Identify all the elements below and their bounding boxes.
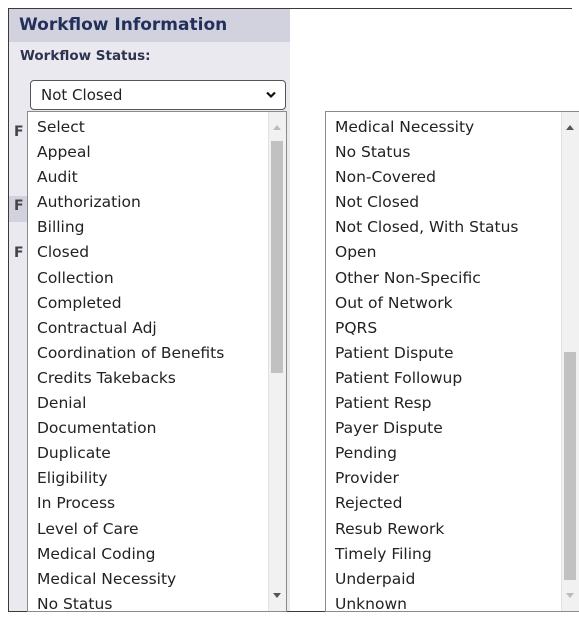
dropdown-option[interactable]: Patient Followup [335, 366, 519, 391]
dropdown-option[interactable]: Other Non-Specific [335, 266, 519, 291]
panel-header-title: Workflow Information [9, 9, 290, 42]
dropdown-option[interactable]: Coordination of Benefits [37, 341, 224, 366]
dropdown-option[interactable]: Payer Dispute [335, 416, 519, 441]
dropdown-option[interactable]: Medical Necessity [37, 567, 224, 592]
dropdown-option[interactable]: Select [37, 115, 224, 140]
scroll-down-arrow-icon[interactable] [273, 593, 281, 598]
dropdown-option[interactable]: No Status [37, 592, 224, 611]
dropdown-option[interactable]: Rejected [335, 491, 519, 516]
dropdown-option[interactable]: Denial [37, 391, 224, 416]
dropdown-option[interactable]: Level of Care [37, 517, 224, 542]
scroll-down-arrow-icon[interactable] [566, 593, 574, 598]
dropdown-option[interactable]: Billing [37, 215, 224, 240]
dropdown-option[interactable]: Underpaid [335, 567, 519, 592]
hidden-label-fragment: F [14, 245, 24, 261]
dropdown-option[interactable]: Credits Takebacks [37, 366, 224, 391]
scrollbar-thumb[interactable] [271, 141, 283, 373]
dropdown-option[interactable]: Out of Network [335, 291, 519, 316]
dropdown-option[interactable]: Eligibility [37, 466, 224, 491]
scrollbar[interactable] [561, 112, 579, 611]
chevron-down-icon [266, 91, 276, 99]
dropdown-option[interactable]: Collection [37, 266, 224, 291]
dropdown-option[interactable]: Authorization [37, 190, 224, 215]
scrollbar-thumb[interactable] [564, 352, 576, 580]
dropdown-option[interactable]: PQRS [335, 316, 519, 341]
dropdown-option[interactable]: Unknown [335, 592, 519, 611]
scroll-up-arrow-icon[interactable] [566, 125, 574, 130]
dropdown-option[interactable]: Open [335, 240, 519, 265]
dropdown-option[interactable]: Documentation [37, 416, 224, 441]
hidden-label-fragment: F [14, 198, 24, 214]
dropdown-option[interactable]: Provider [335, 466, 519, 491]
dropdown-option[interactable]: Patient Dispute [335, 341, 519, 366]
dropdown-option[interactable]: Resub Rework [335, 517, 519, 542]
dropdown-option[interactable]: Medical Necessity [335, 115, 519, 140]
scrollbar[interactable] [268, 112, 286, 611]
dropdown-option[interactable]: No Status [335, 140, 519, 165]
dropdown-option[interactable]: Audit [37, 165, 224, 190]
dropdown-option[interactable]: Patient Resp [335, 391, 519, 416]
dropdown-option[interactable]: Not Closed, With Status [335, 215, 519, 240]
dropdown-option[interactable]: Contractual Adj [37, 316, 224, 341]
dropdown-option[interactable]: Medical Coding [37, 542, 224, 567]
dropdown-option[interactable]: Non-Covered [335, 165, 519, 190]
dropdown-option[interactable]: Duplicate [37, 441, 224, 466]
dropdown-option[interactable]: Completed [37, 291, 224, 316]
status-dropdown-list-right[interactable]: Medical Necessity No Status Non-Covered Not… [325, 111, 579, 612]
hidden-label-fragment: F [14, 124, 24, 140]
dropdown-option[interactable]: Appeal [37, 140, 224, 165]
dropdown-option[interactable]: Pending [335, 441, 519, 466]
selected-status-value: Not Closed [41, 86, 123, 104]
workflow-status-select[interactable]: Not Closed [30, 80, 286, 110]
dropdown-option[interactable]: Not Closed [335, 190, 519, 215]
dropdown-option[interactable]: Timely Filing [335, 542, 519, 567]
dropdown-option[interactable]: Closed [37, 240, 224, 265]
workflow-status-label: Workflow Status: [20, 48, 151, 64]
status-dropdown-list-left[interactable]: Select Appeal Audit Authorization Billing Clo… [27, 111, 287, 612]
dropdown-option[interactable]: In Process [37, 491, 224, 516]
scroll-up-arrow-icon[interactable] [273, 125, 281, 130]
